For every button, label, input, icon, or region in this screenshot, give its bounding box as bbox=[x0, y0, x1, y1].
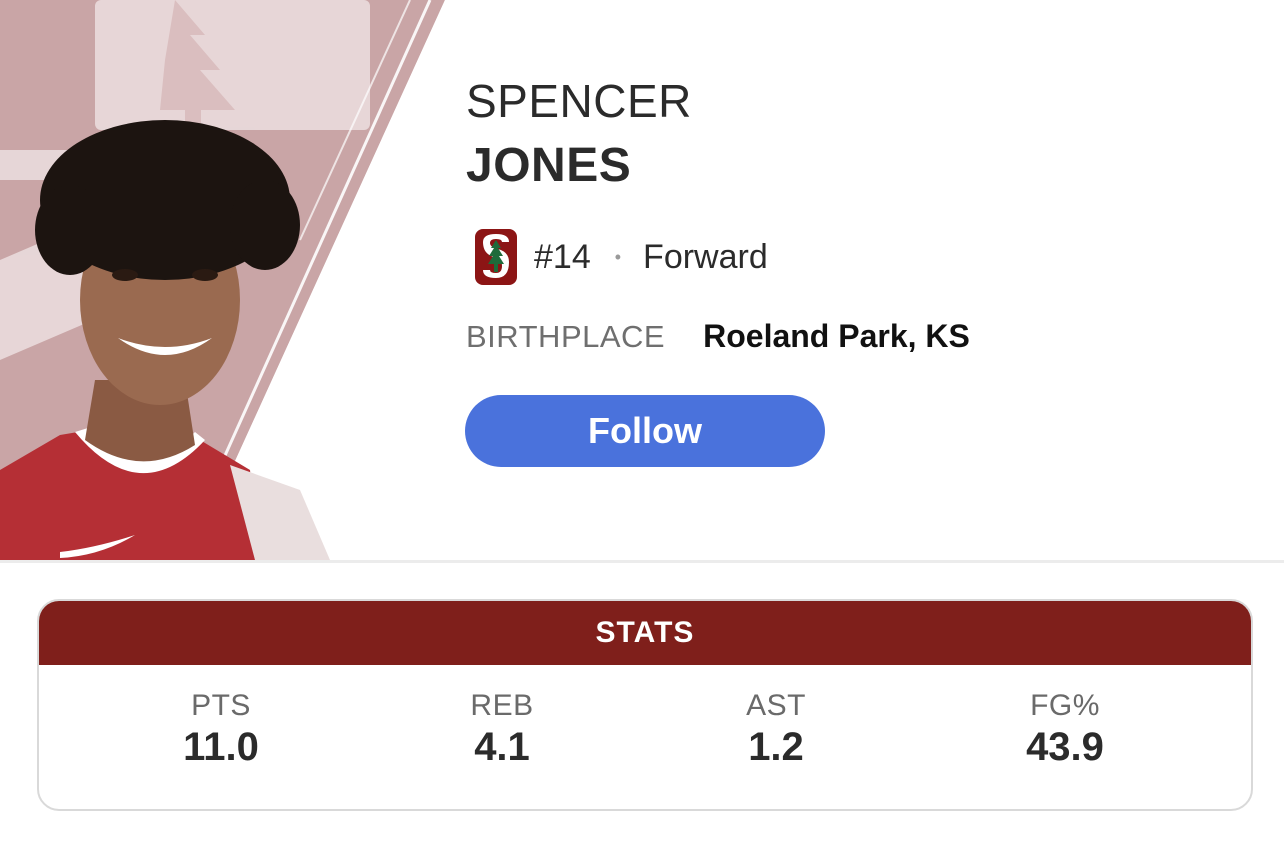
player-first-name: SPENCER bbox=[466, 75, 692, 127]
stat-reb: REB 4.1 bbox=[402, 689, 602, 770]
stats-card: STATS PTS 11.0 REB 4.1 AST 1.2 FG% 43.9 bbox=[37, 599, 1253, 811]
stat-label: PTS bbox=[191, 689, 251, 722]
stat-value: 4.1 bbox=[474, 725, 530, 769]
birthplace-value: Roeland Park, KS bbox=[703, 318, 970, 354]
stat-label: FG% bbox=[1030, 689, 1100, 722]
player-last-name: JONES bbox=[466, 139, 632, 192]
stat-ast: AST 1.2 bbox=[676, 689, 876, 770]
player-position: Forward bbox=[643, 237, 768, 276]
stat-label: REB bbox=[470, 689, 534, 722]
stats-header: STATS bbox=[39, 601, 1251, 665]
section-divider bbox=[0, 560, 1284, 563]
stanford-tree-logo-icon bbox=[475, 229, 517, 285]
stat-pts: PTS 11.0 bbox=[121, 689, 321, 770]
follow-button[interactable]: Follow bbox=[465, 395, 825, 467]
jersey-number: #14 bbox=[534, 237, 591, 276]
player-photo bbox=[0, 0, 460, 560]
player-meta-row: #14 • Forward bbox=[474, 228, 768, 286]
stat-value: 11.0 bbox=[183, 725, 259, 769]
birthplace-row: BIRTHPLACE Roeland Park, KS bbox=[466, 318, 970, 355]
separator-dot: • bbox=[614, 246, 622, 267]
stat-value: 1.2 bbox=[748, 725, 804, 769]
birthplace-label: BIRTHPLACE bbox=[466, 319, 666, 354]
stat-value: 43.9 bbox=[1026, 725, 1104, 769]
player-header: SPENCER JONES #14 • Forward BIRTHPLACE R… bbox=[0, 0, 1284, 560]
stat-fg-pct: FG% 43.9 bbox=[965, 689, 1165, 770]
stat-label: AST bbox=[746, 689, 806, 722]
